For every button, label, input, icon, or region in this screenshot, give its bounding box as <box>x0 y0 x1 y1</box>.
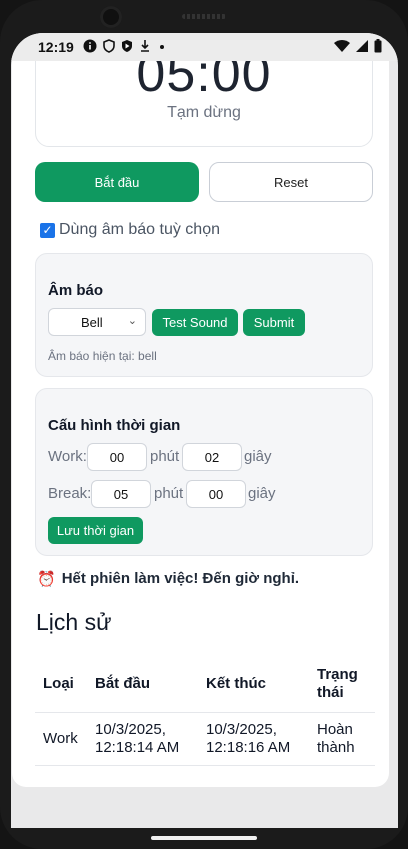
work-label: Work: <box>48 448 87 465</box>
reset-button[interactable]: Reset <box>209 162 373 202</box>
current-sound-text: Âm báo hiện tại: bell <box>48 349 157 363</box>
history-header-row: Loại Bắt đầu Kết thúc Trạng thái <box>35 656 375 713</box>
battery-icon <box>374 39 382 53</box>
cell-start: 10/3/2025, 12:18:14 AM <box>87 712 198 766</box>
header-end: Kết thúc <box>198 656 309 713</box>
break-seconds-input[interactable]: 00 <box>186 480 246 508</box>
status-bar: 12:19 <box>11 33 398 61</box>
time-panel-title: Cấu hình thời gian <box>48 417 181 434</box>
work-seconds-input[interactable]: 02 <box>182 443 242 471</box>
status-icons <box>83 39 167 53</box>
custom-sound-checkbox[interactable]: ✓ <box>40 222 55 238</box>
header-start: Bắt đầu <box>87 656 198 713</box>
cell-status: Hoàn thành <box>309 712 375 766</box>
sound-select[interactable]: Bell ⌄ <box>48 308 146 336</box>
download-icon <box>141 40 149 52</box>
header-status: Trạng thái <box>309 656 375 713</box>
play-icon <box>122 40 132 52</box>
cell-end: 10/3/2025, 12:18:16 AM <box>198 712 309 766</box>
wifi-icon <box>334 39 350 52</box>
custom-sound-row[interactable]: ✓ Dùng âm báo tuỳ chọn <box>40 221 220 239</box>
save-time-button[interactable]: Lưu thời gian <box>48 517 143 544</box>
camera-icon <box>100 6 122 28</box>
shield-icon <box>103 39 115 53</box>
break-minutes-unit: phút <box>154 485 184 502</box>
timer-display: 05:00 <box>136 61 272 103</box>
work-minutes-input[interactable]: 00 <box>87 443 147 471</box>
test-sound-button[interactable]: Test Sound <box>152 309 238 336</box>
work-minutes-unit: phút <box>150 448 180 465</box>
history-title: Lịch sử <box>36 609 112 635</box>
screen: 12:19 05:00 Tạm dừng Bắt đầu Reset ✓ Dùn… <box>11 33 398 828</box>
sound-select-value: Bell <box>81 315 103 330</box>
alarm-clock-icon: ⏰ <box>37 571 56 588</box>
status-time: 12:19 <box>38 39 74 55</box>
sound-panel-title: Âm báo <box>48 282 104 299</box>
info-icon <box>83 39 97 53</box>
status-right <box>334 39 382 53</box>
chevron-down-icon: ⌄ <box>127 315 137 327</box>
work-seconds-unit: giây <box>244 448 272 465</box>
home-indicator[interactable] <box>151 836 257 840</box>
phone-frame: 12:19 05:00 Tạm dừng Bắt đầu Reset ✓ Dùn… <box>0 0 408 849</box>
custom-sound-label: Dùng âm báo tuỳ chọn <box>59 221 220 238</box>
timer-box: 05:00 Tạm dừng <box>35 61 373 147</box>
signal-icon <box>356 39 368 52</box>
start-button[interactable]: Bắt đầu <box>35 162 199 202</box>
time-config-panel: Cấu hình thời gian Work: 00 phút 02 giây… <box>35 388 373 556</box>
app-card: 05:00 Tạm dừng Bắt đầu Reset ✓ Dùng âm b… <box>12 61 389 787</box>
header-type: Loại <box>35 656 87 713</box>
speaker-grille <box>182 14 226 19</box>
sound-panel: Âm báo Bell ⌄ Test Sound Submit Âm báo h… <box>35 253 373 377</box>
cell-type: Work <box>35 712 87 766</box>
break-minutes-input[interactable]: 05 <box>91 480 151 508</box>
break-seconds-unit: giây <box>248 485 276 502</box>
dot-icon <box>160 45 164 49</box>
submit-sound-button[interactable]: Submit <box>243 309 305 336</box>
session-message-text: Hết phiên làm việc! Đến giờ nghỉ. <box>61 570 300 587</box>
table-row: Work 10/3/2025, 12:18:14 AM 10/3/2025, 1… <box>35 712 375 766</box>
break-label: Break: <box>48 485 92 502</box>
timer-status: Tạm dừng <box>167 104 241 121</box>
session-message: ⏰ Hết phiên làm việc! Đến giờ nghỉ. <box>37 570 299 588</box>
history-table: Loại Bắt đầu Kết thúc Trạng thái Work 10… <box>35 656 375 766</box>
bottom-area <box>11 787 398 828</box>
